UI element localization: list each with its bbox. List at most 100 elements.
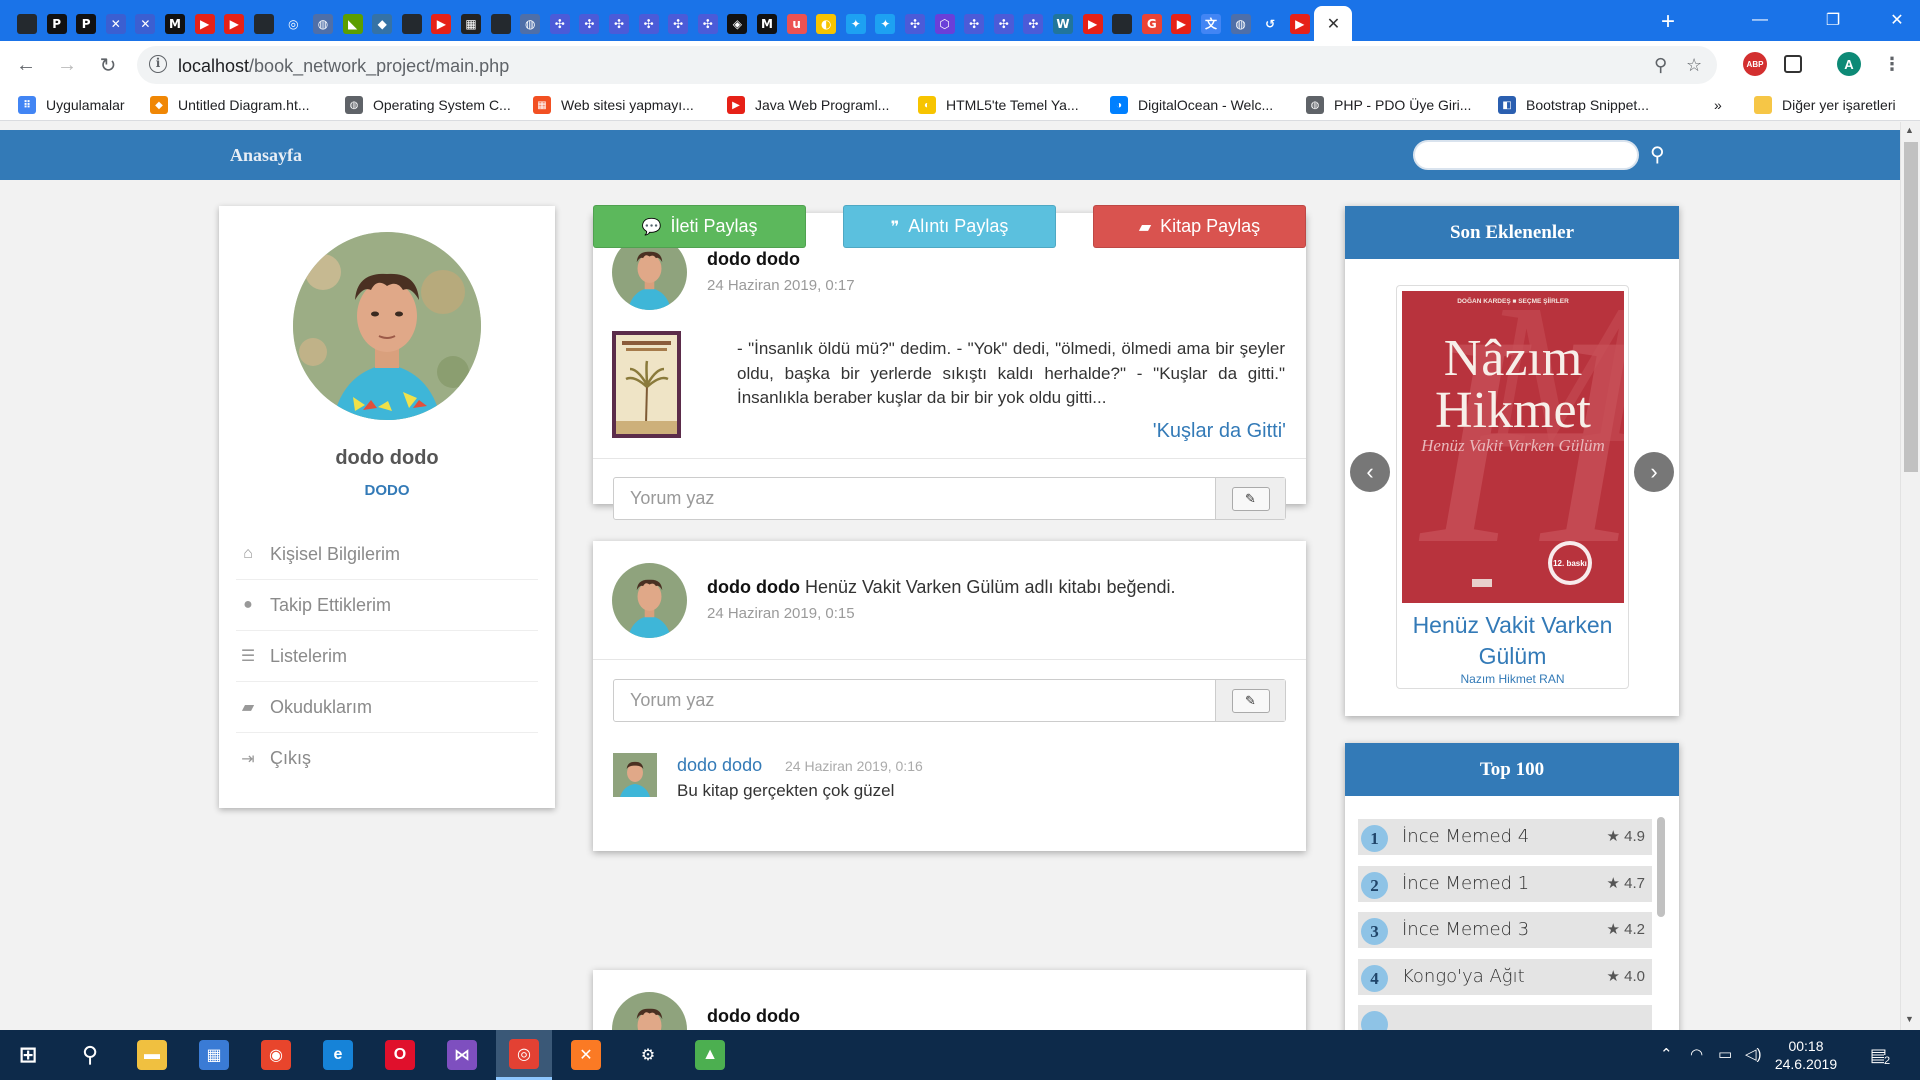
- comment-input[interactable]: [614, 680, 1214, 721]
- top100-item[interactable]: 4 Kongo'ya Ağıt ★ 4.0: [1358, 958, 1652, 995]
- post-author-avatar[interactable]: [612, 563, 687, 638]
- new-tab-button[interactable]: +: [1653, 7, 1683, 37]
- post-author-name[interactable]: dodo dodo: [707, 1006, 800, 1027]
- bookmark-item[interactable]: ◆ Untitled Diagram.ht...: [150, 95, 310, 115]
- bookmark-item[interactable]: ◍ PHP - PDO Üye Giri...: [1306, 95, 1471, 115]
- post-author-name[interactable]: dodo dodo: [707, 577, 800, 597]
- scroll-up-arrow-icon[interactable]: ▲: [1905, 125, 1914, 135]
- taskbar-app-button[interactable]: ⊞: [0, 1030, 56, 1080]
- p-icon: P: [76, 13, 97, 34]
- bookmarks-overflow-button[interactable]: »: [1714, 95, 1722, 115]
- recent-book-slide[interactable]: H M DOĞAN KARDEŞ ■ SEÇME ŞİİRLER Nâzım H…: [1396, 285, 1629, 689]
- minimize-window-button[interactable]: —: [1737, 0, 1783, 40]
- close-window-button[interactable]: ✕: [1874, 0, 1920, 40]
- scroll-down-arrow-icon[interactable]: ▼: [1905, 1014, 1914, 1024]
- top100-item[interactable]: 2 İnce Memed 1 ★ 4.7: [1358, 865, 1652, 902]
- taskbar-app-button[interactable]: ▬: [124, 1030, 180, 1080]
- extension-icon[interactable]: [1784, 55, 1802, 73]
- volume-icon[interactable]: ◁): [1745, 1045, 1762, 1063]
- profile-menu-item[interactable]: ● Takip Ettiklerim: [236, 580, 538, 631]
- bookmark-item[interactable]: ◍ Operating System C...: [345, 95, 511, 115]
- top100-scrollbar[interactable]: [1657, 817, 1665, 917]
- bookmark-item[interactable]: ◐ HTML5'te Temel Ya...: [918, 95, 1079, 115]
- recent-book-author[interactable]: Nazım Hikmet RAN: [1397, 672, 1628, 686]
- profile-menu-item[interactable]: ☰ Listelerim: [236, 631, 538, 682]
- comment-author-name[interactable]: dodo dodo: [677, 755, 762, 776]
- comment-author-avatar[interactable]: [613, 753, 657, 797]
- carousel-prev-button[interactable]: ‹: [1350, 452, 1390, 492]
- search-icon[interactable]: ⚲: [1650, 142, 1665, 167]
- globe-icon: ◍: [345, 96, 363, 114]
- comment-submit-button[interactable]: ✎: [1215, 478, 1285, 519]
- back-icon[interactable]: ←: [12, 51, 40, 79]
- taskbar-app-button[interactable]: e: [310, 1030, 366, 1080]
- quote-source-link[interactable]: 'Kuşlar da Gitti': [1153, 420, 1286, 443]
- page-scrollbar[interactable]: ▲ ▼: [1900, 122, 1920, 1030]
- site-search-input[interactable]: [1413, 140, 1639, 170]
- taskbar-app-button[interactable]: ⚙: [620, 1030, 676, 1080]
- rating-value: 4.2: [1624, 921, 1645, 938]
- address-bar[interactable]: i localhost/book_network_project/main.ph…: [137, 46, 1717, 84]
- bookmark-item[interactable]: ⠿ Uygulamalar: [18, 95, 125, 115]
- comment-input[interactable]: [614, 478, 1214, 519]
- profile-avatar[interactable]: A: [1837, 52, 1861, 76]
- battery-icon[interactable]: ▭: [1718, 1045, 1732, 1063]
- other-bookmarks-folder[interactable]: Diğer yer işaretleri: [1754, 95, 1896, 115]
- adblock-plus-icon[interactable]: ABP: [1743, 52, 1767, 76]
- share-quote-button[interactable]: ❞ Alıntı Paylaş: [843, 205, 1056, 248]
- reload-icon[interactable]: ↻: [94, 51, 122, 79]
- close-tab-icon[interactable]: ✕: [1327, 14, 1340, 34]
- scrollbar-thumb[interactable]: [1904, 142, 1918, 472]
- url-text[interactable]: localhost/book_network_project/main.php: [178, 56, 509, 77]
- quote-book-cover[interactable]: [612, 331, 681, 438]
- zoom-icon[interactable]: ⚲: [1654, 55, 1667, 76]
- top100-item[interactable]: [1358, 1005, 1652, 1030]
- liked-book-link[interactable]: Henüz Vakit Varken Gülüm: [805, 577, 1019, 597]
- comment-submit-button[interactable]: ✎: [1215, 680, 1285, 721]
- post-author-avatar[interactable]: [612, 992, 687, 1030]
- taskbar-app-button[interactable]: ▦: [186, 1030, 242, 1080]
- bookmark-star-icon[interactable]: ☆: [1686, 55, 1702, 76]
- rank-badge: 1: [1361, 825, 1388, 852]
- post-author-name[interactable]: dodo dodo: [707, 249, 800, 270]
- taskbar-app-button[interactable]: O: [372, 1030, 428, 1080]
- recent-book-title[interactable]: Henüz Vakit Varken Gülüm: [1397, 610, 1628, 672]
- bookmark-item[interactable]: ◑ DigitalOcean - Welc...: [1110, 95, 1273, 115]
- browser-tab[interactable]: ▶: [1283, 6, 1317, 41]
- taskbar-app-button[interactable]: ✕: [558, 1030, 614, 1080]
- show-hidden-icons-icon[interactable]: ⌃: [1660, 1045, 1673, 1063]
- profile-menu-item[interactable]: ⌂ Kişisel Bilgilerim: [236, 529, 538, 580]
- bookmark-item[interactable]: ▦ Web sitesi yapmayı...: [533, 95, 694, 115]
- browser-toolbar: ← → ↻ i localhost/book_network_project/m…: [0, 41, 1920, 89]
- bookmark-label: Diğer yer işaretleri: [1782, 97, 1896, 113]
- atom-icon: ✣: [609, 13, 629, 34]
- profile-menu-item[interactable]: ▰ Okuduklarım: [236, 682, 538, 733]
- top100-panel: Top 100 1 İnce Memed 4 ★ 4.9 2 İnce Memed 1 ★…: [1345, 743, 1679, 1030]
- carousel-next-button[interactable]: ›: [1634, 452, 1674, 492]
- taskbar-app-button[interactable]: ◉: [248, 1030, 304, 1080]
- turkcell-icon: ◐: [918, 96, 936, 114]
- site-info-icon[interactable]: i: [149, 55, 167, 73]
- profile-menu-item[interactable]: ⇥ Çıkış: [236, 733, 538, 784]
- maximize-window-button[interactable]: ❐: [1810, 0, 1856, 40]
- active-browser-tab[interactable]: ✕: [1314, 6, 1353, 41]
- share-post-button[interactable]: 💬 İleti Paylaş: [593, 205, 806, 248]
- wifi-icon[interactable]: ◠: [1690, 1045, 1703, 1063]
- screen-recorder-icon: ◉: [261, 1040, 291, 1070]
- image-editor-icon: ▲: [695, 1040, 725, 1070]
- bookmark-label: Untitled Diagram.ht...: [178, 97, 310, 113]
- taskbar-app-button[interactable]: ⚲: [62, 1030, 118, 1080]
- taskbar-app-button[interactable]: ⋈: [434, 1030, 490, 1080]
- home-link[interactable]: Anasayfa: [230, 145, 302, 166]
- forward-icon[interactable]: →: [53, 51, 81, 79]
- top100-item[interactable]: 3 İnce Memed 3 ★ 4.2: [1358, 912, 1652, 948]
- bookmark-item[interactable]: ▶ Java Web Programl...: [727, 95, 889, 115]
- taskbar-app-button[interactable]: ◎: [496, 1030, 552, 1080]
- taskbar-app-button[interactable]: ▲: [682, 1030, 738, 1080]
- system-clock[interactable]: 00:18 24.6.2019: [1766, 1037, 1846, 1073]
- recent-book-cover[interactable]: H M DOĞAN KARDEŞ ■ SEÇME ŞİİRLER Nâzım H…: [1402, 291, 1624, 603]
- more-menu-icon[interactable]: ⋮: [1880, 52, 1904, 76]
- bookmark-item[interactable]: ◧ Bootstrap Snippet...: [1498, 95, 1649, 115]
- share-book-button[interactable]: ▰ Kitap Paylaş: [1093, 205, 1306, 248]
- top100-item[interactable]: 1 İnce Memed 4 ★ 4.9: [1358, 819, 1652, 855]
